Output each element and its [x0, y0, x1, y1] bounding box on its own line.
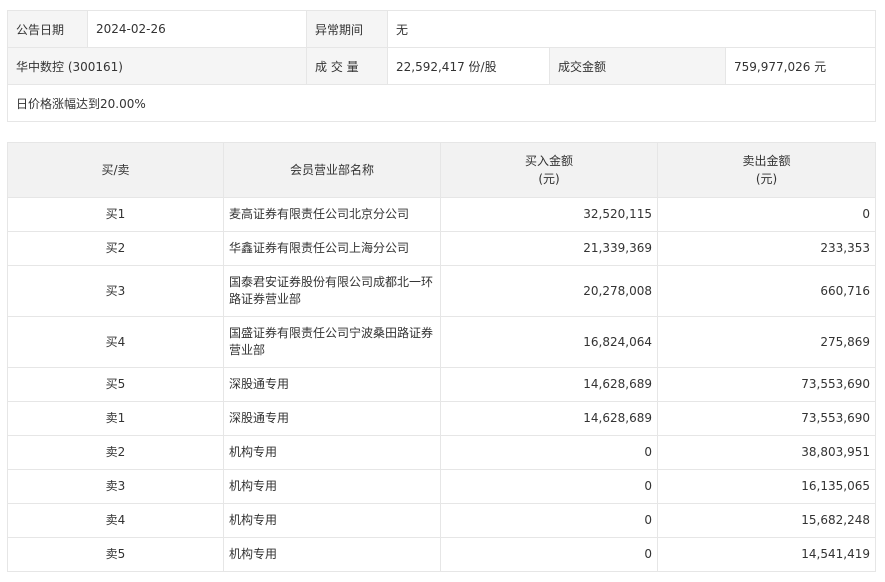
row-branch: 机构专用 — [223, 435, 441, 470]
row-side: 买5 — [7, 367, 224, 402]
row-sell-amount: 15,682,248 — [657, 503, 876, 538]
row-side: 卖1 — [7, 401, 224, 436]
row-side: 卖2 — [7, 435, 224, 470]
header-side: 买/卖 — [7, 142, 224, 198]
row-sell-amount: 660,716 — [657, 265, 876, 317]
header-buy-amount: 买入金额 (元) — [440, 142, 658, 198]
trading-branch-table: 买/卖 会员营业部名称 买入金额 (元) 卖出金额 (元) 买1 麦高证券有限责… — [7, 142, 876, 572]
row-buy-amount: 0 — [440, 435, 658, 470]
row-side: 卖4 — [7, 503, 224, 538]
row-side: 卖3 — [7, 469, 224, 504]
abnormal-period-label: 异常期间 — [306, 10, 388, 48]
row-side: 买2 — [7, 231, 224, 266]
table-row: 买3 国泰君安证券股份有限公司成都北一环路证券营业部 20,278,008 66… — [7, 265, 876, 317]
row-branch: 深股通专用 — [223, 401, 441, 436]
amount-value: 759,977,026 元 — [725, 47, 876, 85]
row-side: 买1 — [7, 197, 224, 232]
row-buy-amount: 0 — [440, 469, 658, 504]
announce-date-value: 2024-02-26 — [87, 10, 307, 48]
row-buy-amount: 0 — [440, 537, 658, 572]
row-buy-amount: 32,520,115 — [440, 197, 658, 232]
row-branch: 机构专用 — [223, 503, 441, 538]
announce-date-label: 公告日期 — [7, 10, 88, 48]
row-buy-amount: 21,339,369 — [440, 231, 658, 266]
table-row: 卖5 机构专用 0 14,541,419 — [7, 537, 876, 572]
volume-value: 22,592,417 份/股 — [387, 47, 550, 85]
table-row: 卖2 机构专用 0 38,803,951 — [7, 435, 876, 470]
row-sell-amount: 233,353 — [657, 231, 876, 266]
row-branch: 机构专用 — [223, 537, 441, 572]
header-buy-amount-label: 买入金额 — [524, 154, 573, 168]
row-branch: 深股通专用 — [223, 367, 441, 402]
table-row: 买2 华鑫证券有限责任公司上海分公司 21,339,369 233,353 — [7, 231, 876, 266]
row-sell-amount: 73,553,690 — [657, 367, 876, 402]
row-branch: 麦高证券有限责任公司北京分公司 — [223, 197, 441, 232]
table-row: 卖3 机构专用 0 16,135,065 — [7, 469, 876, 504]
header-sell-amount: 卖出金额 (元) — [657, 142, 876, 198]
table-row: 买4 国盛证券有限责任公司宁波桑田路证券营业部 16,824,064 275,8… — [7, 316, 876, 368]
table-header-row: 买/卖 会员营业部名称 买入金额 (元) 卖出金额 (元) — [7, 142, 876, 198]
table-row: 买1 麦高证券有限责任公司北京分公司 32,520,115 0 — [7, 197, 876, 232]
volume-label: 成 交 量 — [306, 47, 388, 85]
row-sell-amount: 16,135,065 — [657, 469, 876, 504]
row-side: 买4 — [7, 316, 224, 368]
row-sell-amount: 275,869 — [657, 316, 876, 368]
row-buy-amount: 16,824,064 — [440, 316, 658, 368]
row-buy-amount: 20,278,008 — [440, 265, 658, 317]
header-buy-amount-unit: (元) — [538, 172, 560, 186]
table-row: 卖4 机构专用 0 15,682,248 — [7, 503, 876, 538]
row-buy-amount: 14,628,689 — [440, 367, 658, 402]
header-sell-amount-unit: (元) — [755, 172, 778, 186]
reason-text: 日价格涨幅达到20.00% — [7, 84, 876, 122]
summary-table: 公告日期 2024-02-26 异常期间 无 华中数控 (300161) 成 交… — [7, 10, 876, 122]
row-branch: 国盛证券有限责任公司宁波桑田路证券营业部 — [223, 316, 441, 368]
row-sell-amount: 0 — [657, 197, 876, 232]
row-sell-amount: 14,541,419 — [657, 537, 876, 572]
row-buy-amount: 0 — [440, 503, 658, 538]
table-row: 买5 深股通专用 14,628,689 73,553,690 — [7, 367, 876, 402]
abnormal-period-value: 无 — [387, 10, 876, 48]
row-buy-amount: 14,628,689 — [440, 401, 658, 436]
header-sell-amount-label: 卖出金额 — [742, 154, 791, 168]
table-row: 卖1 深股通专用 14,628,689 73,553,690 — [7, 401, 876, 436]
row-side: 买3 — [7, 265, 224, 317]
row-side: 卖5 — [7, 537, 224, 572]
row-branch: 华鑫证券有限责任公司上海分公司 — [223, 231, 441, 266]
row-sell-amount: 73,553,690 — [657, 401, 876, 436]
row-branch: 国泰君安证券股份有限公司成都北一环路证券营业部 — [223, 265, 441, 317]
header-branch: 会员营业部名称 — [223, 142, 441, 198]
row-sell-amount: 38,803,951 — [657, 435, 876, 470]
stock-name: 华中数控 (300161) — [7, 47, 307, 85]
row-branch: 机构专用 — [223, 469, 441, 504]
amount-label: 成交金额 — [549, 47, 726, 85]
